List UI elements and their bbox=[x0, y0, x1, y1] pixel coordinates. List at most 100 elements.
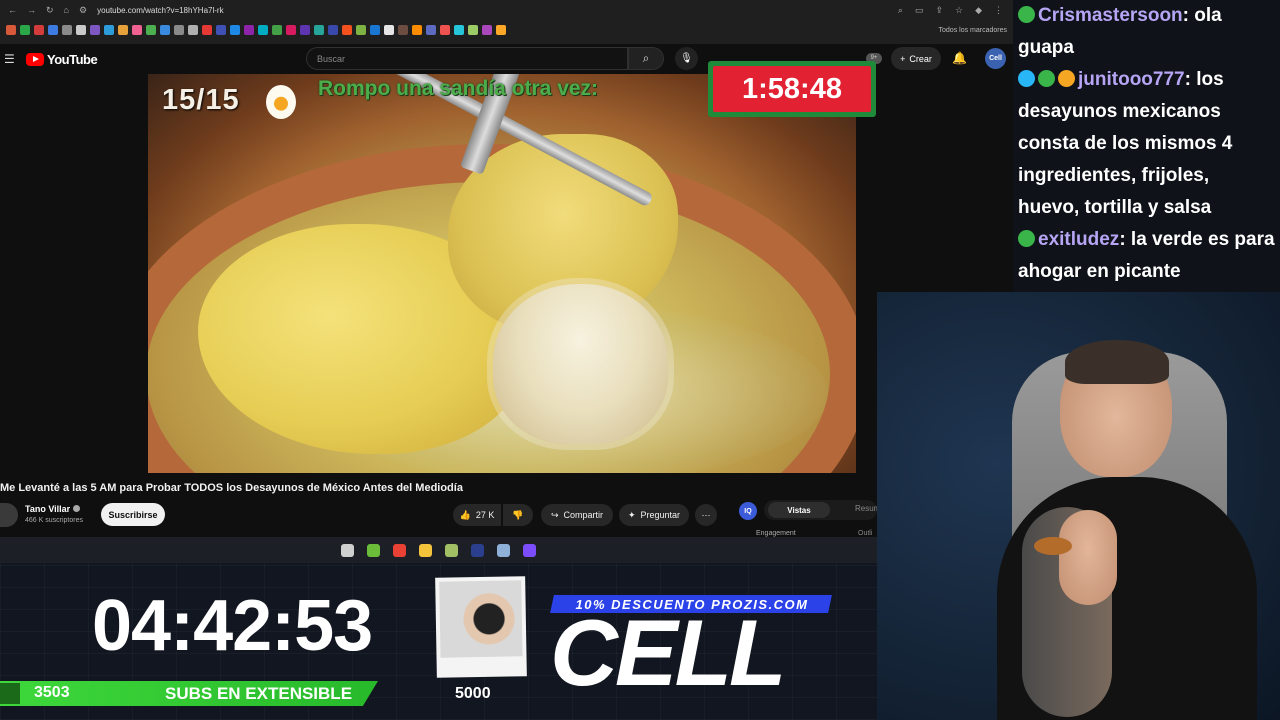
hamburger-menu-icon[interactable]: ☰ bbox=[4, 52, 20, 66]
bookmark-icon[interactable] bbox=[300, 25, 310, 35]
cast-icon[interactable]: ▭ bbox=[915, 5, 924, 16]
bookmark-icon[interactable] bbox=[104, 25, 114, 35]
like-button[interactable]: 👍 27 K bbox=[453, 504, 501, 526]
channel-name[interactable]: Tano Villar bbox=[25, 504, 81, 514]
chat-username[interactable]: exitludez bbox=[1038, 229, 1119, 250]
verified-icon bbox=[73, 505, 81, 512]
menu-dots-icon[interactable]: ⋮ bbox=[994, 5, 1003, 16]
bookmark-icon[interactable] bbox=[426, 25, 436, 35]
home-icon[interactable]: ⌂ bbox=[64, 5, 69, 15]
youtube-logo[interactable]: YouTube bbox=[26, 52, 98, 67]
more-actions-button[interactable]: ⋯ bbox=[695, 504, 717, 526]
taskbar-app-icon[interactable] bbox=[393, 543, 406, 557]
video-player[interactable] bbox=[148, 74, 856, 473]
dislike-button[interactable]: 👎 bbox=[503, 504, 533, 526]
site-info-icon[interactable]: ⚙ bbox=[79, 5, 87, 16]
share-page-icon[interactable]: ⇪ bbox=[935, 5, 943, 16]
engagement-label: Engagement bbox=[756, 530, 796, 537]
thumbs-down-icon: 👎 bbox=[512, 509, 524, 520]
taskbar-app-icon[interactable] bbox=[367, 543, 380, 557]
youtube-play-icon bbox=[26, 52, 44, 66]
bookmark-star-icon[interactable]: ☆ bbox=[955, 5, 963, 16]
bookmark-icon[interactable] bbox=[398, 25, 408, 35]
bookmark-icon[interactable] bbox=[34, 25, 44, 35]
bookmark-icon[interactable] bbox=[132, 25, 142, 35]
channel-avatar[interactable] bbox=[0, 503, 18, 527]
reload-icon[interactable]: ↻ bbox=[46, 5, 54, 16]
taskbar-app-icon[interactable] bbox=[419, 543, 432, 557]
notifications-bell-icon[interactable]: 🔔 bbox=[952, 51, 967, 65]
subs-label: SUBS EN EXTENSIBLE bbox=[165, 684, 353, 703]
bookmark-icon[interactable] bbox=[146, 25, 156, 35]
taskbar-app-icon[interactable] bbox=[471, 543, 484, 557]
video-frame-cream-cup bbox=[493, 284, 668, 444]
tab-vistas[interactable]: Vistas bbox=[768, 502, 830, 518]
create-button[interactable]: + Crear bbox=[891, 47, 941, 70]
microphone-icon: 🎙 bbox=[680, 53, 693, 64]
bookmark-icon[interactable] bbox=[230, 25, 240, 35]
voice-search-button[interactable]: 🎙 bbox=[675, 47, 698, 70]
search-button[interactable]: ⌕ bbox=[628, 47, 664, 70]
cat-photo bbox=[439, 580, 523, 658]
bookmark-icon[interactable] bbox=[440, 25, 450, 35]
channel-name-text[interactable]: Tano Villar bbox=[25, 504, 70, 514]
bookmark-icon[interactable] bbox=[314, 25, 324, 35]
ask-button[interactable]: ✦ Preguntar bbox=[619, 504, 689, 526]
bookmark-icon[interactable] bbox=[174, 25, 184, 35]
bookmark-icon[interactable] bbox=[20, 25, 30, 35]
chat-badge-icon bbox=[1018, 6, 1035, 23]
bookmark-icon[interactable] bbox=[6, 25, 16, 35]
bookmark-icon[interactable] bbox=[90, 25, 100, 35]
chat-message: Crismastersoon: ola guapa bbox=[1018, 0, 1275, 64]
zoom-icon[interactable]: ⌕ bbox=[898, 5, 903, 16]
bookmark-icon[interactable] bbox=[482, 25, 492, 35]
chat-username[interactable]: Crismastersoon bbox=[1038, 5, 1183, 26]
bookmark-icon[interactable] bbox=[258, 25, 268, 35]
bookmark-icon[interactable] bbox=[76, 25, 86, 35]
taskbar-app-icon[interactable] bbox=[445, 543, 458, 557]
bookmark-icon[interactable] bbox=[62, 25, 72, 35]
bookmark-icon[interactable] bbox=[342, 25, 352, 35]
share-button[interactable]: ↪ Compartir bbox=[541, 504, 613, 526]
bookmark-icon[interactable] bbox=[496, 25, 506, 35]
challenge-text: Rompo una sandía otra vez: bbox=[318, 77, 599, 100]
taskbar-app-icon[interactable] bbox=[523, 543, 536, 557]
taskbar-app-icon[interactable] bbox=[497, 543, 510, 557]
chat-username[interactable]: junitooo777 bbox=[1078, 69, 1185, 90]
bookmark-icon[interactable] bbox=[118, 25, 128, 35]
all-bookmarks-link[interactable]: Todos los marcadores bbox=[939, 27, 1013, 34]
bookmark-icon[interactable] bbox=[356, 25, 366, 35]
bookmark-icon[interactable] bbox=[160, 25, 170, 35]
plus-icon: + bbox=[900, 53, 906, 64]
subscribe-button[interactable]: Suscribirse bbox=[101, 503, 165, 526]
bookmark-icon[interactable] bbox=[216, 25, 226, 35]
taskbar bbox=[0, 537, 877, 563]
bookmark-icon[interactable] bbox=[468, 25, 478, 35]
bookmark-icon[interactable] bbox=[202, 25, 212, 35]
stream-screen: ← → ↻ ⌂ ⚙ youtube.com/watch?v=18hYHa7l-r… bbox=[0, 0, 1280, 720]
share-icon: ↪ bbox=[550, 509, 559, 520]
chat-badge-icon bbox=[1038, 70, 1055, 87]
bookmark-icon[interactable] bbox=[454, 25, 464, 35]
bookmarks-bar: Todos los marcadores bbox=[6, 22, 1013, 38]
iq-extension-icon[interactable]: IQ bbox=[739, 502, 757, 520]
bookmark-icon[interactable] bbox=[328, 25, 338, 35]
chat-badge-icon bbox=[1018, 70, 1035, 87]
bookmark-icon[interactable] bbox=[370, 25, 380, 35]
bookmark-icon[interactable] bbox=[244, 25, 254, 35]
extension-icon[interactable]: ◆ bbox=[975, 5, 982, 16]
bookmark-icon[interactable] bbox=[188, 25, 198, 35]
forward-icon[interactable]: → bbox=[27, 5, 36, 15]
back-icon[interactable]: ← bbox=[8, 5, 17, 15]
chat-text: : los desayunos mexicanos consta de los … bbox=[1018, 69, 1233, 218]
taskbar-app-icon[interactable] bbox=[341, 543, 354, 557]
bookmark-icon[interactable] bbox=[272, 25, 282, 35]
subs-count: 3503 bbox=[34, 684, 70, 701]
bookmark-icon[interactable] bbox=[286, 25, 296, 35]
bookmark-icon[interactable] bbox=[412, 25, 422, 35]
search-input[interactable]: Buscar bbox=[306, 47, 628, 70]
bookmark-icon[interactable] bbox=[48, 25, 58, 35]
account-avatar[interactable]: Cell bbox=[985, 48, 1006, 69]
bookmark-icon[interactable] bbox=[384, 25, 394, 35]
address-bar[interactable]: youtube.com/watch?v=18hYHa7l-rk bbox=[97, 6, 224, 15]
